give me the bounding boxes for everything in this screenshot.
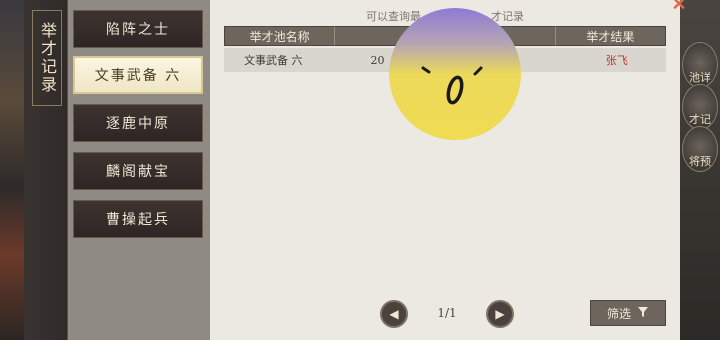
side-button-label: 才记 xyxy=(689,113,711,126)
filter-label: 筛选 xyxy=(606,306,631,321)
pool-tab-list: 陷阵之士 文事武备 六 逐鹿中原 麟阁献宝 曹操起兵 xyxy=(68,0,210,340)
chevron-left-icon: ◀ xyxy=(389,307,399,321)
tab-pool-4[interactable]: 麟阁献宝 xyxy=(73,152,203,190)
pagination: ◀ 1/1 ▶ xyxy=(380,300,514,328)
game-background-left xyxy=(0,0,26,340)
side-button-pool-details[interactable]: 池详 xyxy=(682,42,718,88)
column-header-result: 举才结果 xyxy=(586,29,635,44)
next-page-button[interactable]: ▶ xyxy=(486,300,514,328)
prev-page-button[interactable]: ◀ xyxy=(380,300,408,328)
column-header-pool: 举才池名称 xyxy=(225,27,336,45)
cell-pool-name: 文事武备 六 xyxy=(244,54,303,67)
side-button-preview[interactable]: 将预 xyxy=(682,126,718,172)
filter-button[interactable]: 筛选 xyxy=(590,300,666,326)
tab-pool-2-active[interactable]: 文事武备 六 xyxy=(73,56,203,94)
chevron-right-icon: ▶ xyxy=(495,307,505,321)
tab-pool-1[interactable]: 陷阵之士 xyxy=(73,10,203,48)
tab-pool-5[interactable]: 曹操起兵 xyxy=(73,200,203,238)
emoji-sticker-overlay xyxy=(389,8,521,140)
page-number: 1/1 xyxy=(437,306,457,320)
close-button[interactable]: ✕ xyxy=(667,0,691,15)
side-button-records[interactable]: 才记 xyxy=(682,84,718,130)
close-icon: ✕ xyxy=(671,0,687,15)
page-title: 举才记录 xyxy=(32,10,62,106)
tab-pool-3[interactable]: 逐鹿中原 xyxy=(73,104,203,142)
funnel-icon xyxy=(637,306,649,321)
surprised-face-icon xyxy=(421,66,483,105)
right-side-menu: 池详 才记 将预 xyxy=(680,0,720,340)
side-button-label: 池详 xyxy=(689,71,711,84)
title-column: 举才记录 xyxy=(24,0,68,340)
cell-result: 张飞 xyxy=(605,54,628,67)
side-button-label: 将预 xyxy=(689,155,711,168)
